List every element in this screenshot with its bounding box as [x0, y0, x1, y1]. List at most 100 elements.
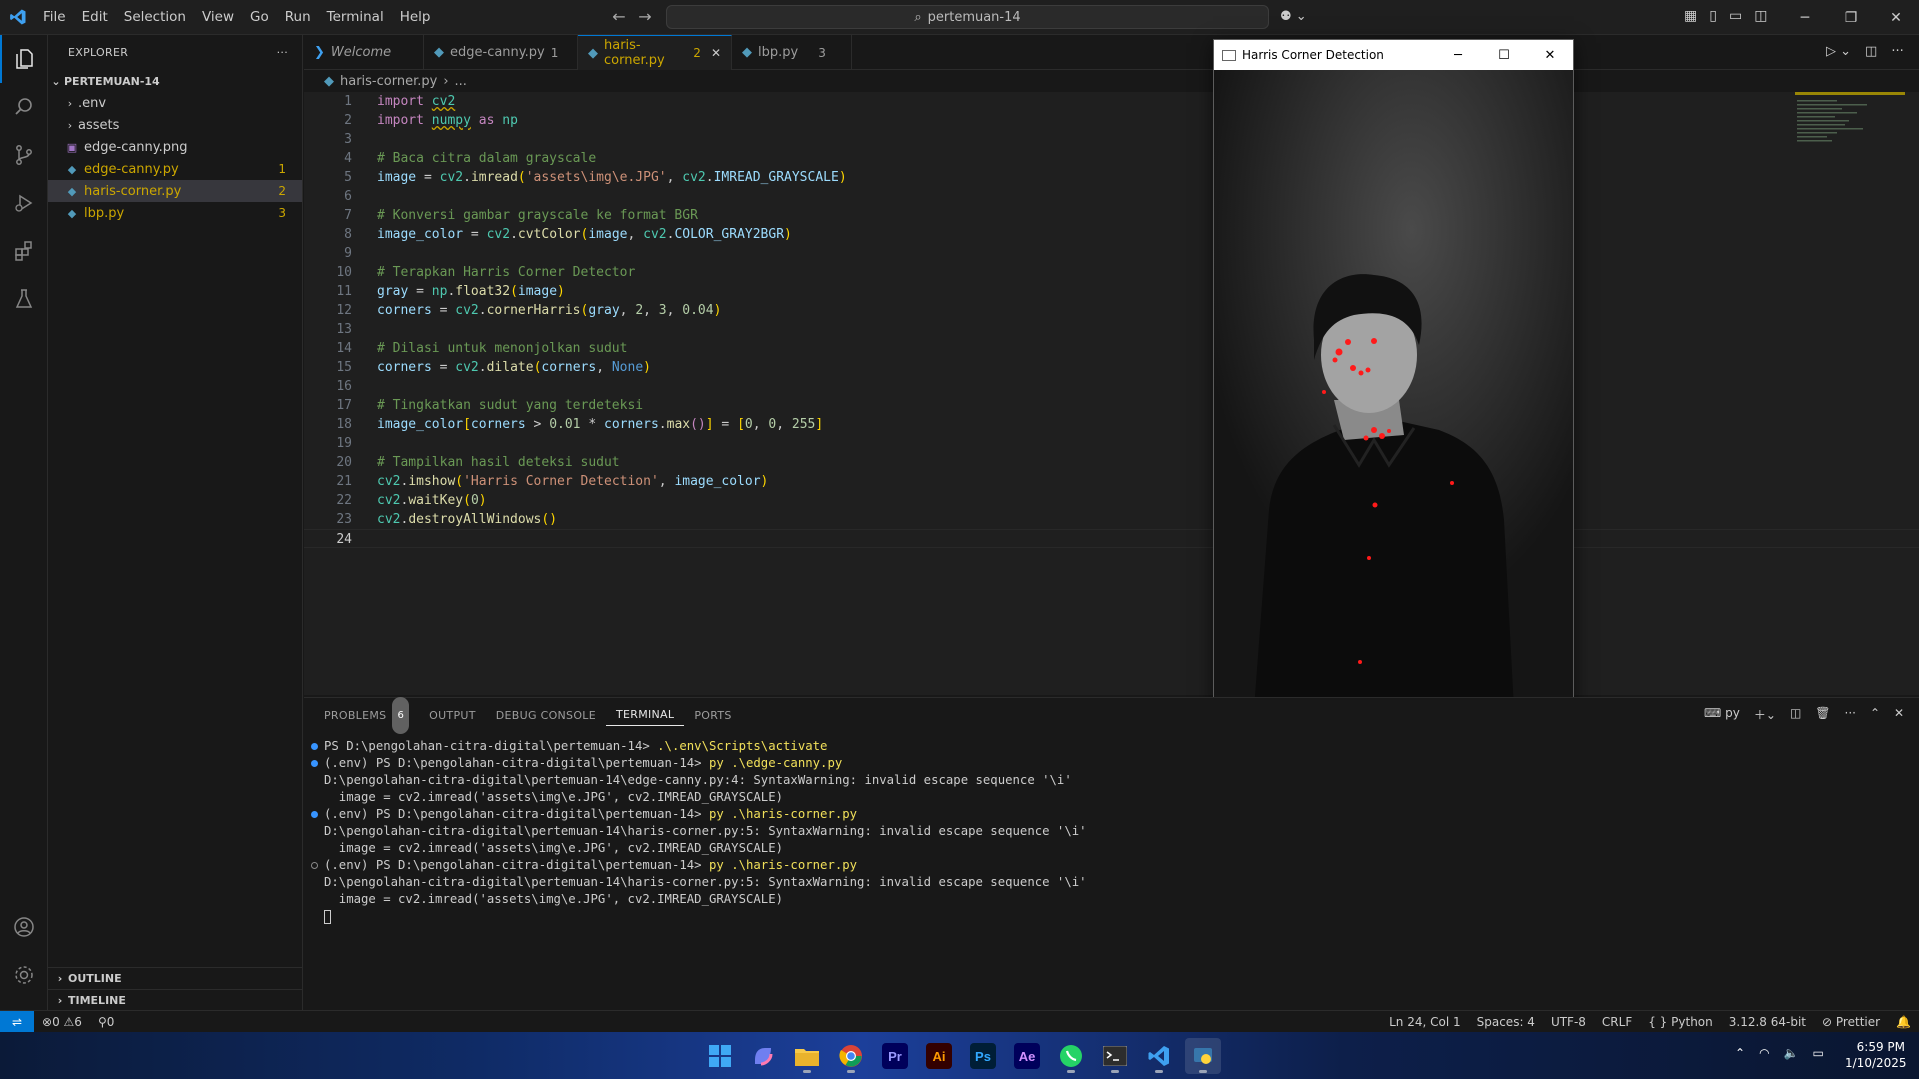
tab-close-icon[interactable]: ✕ — [711, 46, 721, 60]
tab-ports[interactable]: PORTS — [684, 698, 741, 733]
back-arrow-icon[interactable]: ← — [608, 6, 630, 28]
menu-edit[interactable]: Edit — [74, 0, 116, 35]
menu-go[interactable]: Go — [242, 0, 277, 35]
close-icon[interactable]: ✕ — [1873, 0, 1919, 35]
minimize-icon[interactable]: ─ — [1782, 0, 1828, 35]
cursor-position[interactable]: Ln 24, Col 1 — [1381, 1015, 1469, 1029]
split-editor-icon[interactable]: ◫ — [1865, 44, 1877, 59]
forward-arrow-icon[interactable]: → — [634, 6, 656, 28]
split-terminal-icon[interactable]: ◫ — [1790, 706, 1801, 723]
tree-file-edge-canny-py[interactable]: ◆ edge-canny.py 1 — [48, 158, 302, 180]
tree-file-lbp-py[interactable]: ◆ lbp.py 3 — [48, 202, 302, 224]
problems-status[interactable]: ⊗0 ⚠6 — [34, 1015, 90, 1029]
harris-window-titlebar[interactable]: Harris Corner Detection ─ ☐ ✕ — [1214, 40, 1573, 70]
terminal-taskbar-icon[interactable] — [1097, 1038, 1133, 1074]
tab-haris-corner[interactable]: ◆ haris-corner.py 2 ✕ — [578, 35, 732, 70]
copilot-icon[interactable]: ⚉ ⌄ — [1280, 9, 1307, 24]
close-panel-icon[interactable]: ✕ — [1894, 706, 1904, 723]
command-center-search[interactable]: ⌕ pertemuan-14 — [666, 5, 1269, 29]
chrome-icon[interactable] — [833, 1038, 869, 1074]
tab-edge-canny[interactable]: ◆ edge-canny.py 1 — [424, 35, 578, 70]
illustrator-icon[interactable]: Ai — [921, 1038, 957, 1074]
command-decoration-icon[interactable] — [311, 862, 318, 869]
encoding[interactable]: UTF-8 — [1543, 1015, 1594, 1029]
timeline-section[interactable]: › TIMELINE — [48, 989, 302, 1011]
outline-section[interactable]: › OUTLINE — [48, 967, 302, 989]
tab-terminal[interactable]: TERMINAL — [605, 704, 685, 726]
tree-folder-env[interactable]: › .env — [48, 92, 302, 114]
maximize-panel-icon[interactable]: ⌃ — [1870, 706, 1880, 723]
python-taskbar-icon[interactable] — [1185, 1038, 1221, 1074]
clock[interactable]: 6:59 PM 1/10/2025 — [1845, 1039, 1907, 1071]
explorer-icon[interactable] — [0, 35, 48, 83]
tray-chevron-up-icon[interactable]: ⌃ — [1735, 1046, 1745, 1060]
ports-status[interactable]: ⚲0 — [90, 1015, 122, 1029]
indentation[interactable]: Spaces: 4 — [1469, 1015, 1543, 1029]
windows-start-icon[interactable] — [702, 1038, 738, 1074]
menu-selection[interactable]: Selection — [116, 0, 194, 35]
more-actions-icon[interactable]: ··· — [277, 46, 288, 59]
vscode-taskbar-icon[interactable] — [1141, 1038, 1177, 1074]
testing-icon[interactable] — [0, 275, 48, 323]
end-of-line[interactable]: CRLF — [1594, 1015, 1640, 1029]
code-editor[interactable]: 1 import cv2 2 import numpy as np 3 4 # Bac… — [304, 92, 1919, 695]
tab-output[interactable]: OUTPUT — [419, 698, 486, 733]
window-close-icon[interactable]: ✕ — [1527, 40, 1573, 70]
copilot-taskbar-icon[interactable] — [745, 1038, 781, 1074]
minimap[interactable] — [1795, 92, 1905, 152]
menu-help[interactable]: Help — [392, 0, 439, 35]
tab-lbp[interactable]: ◆ lbp.py 3 — [732, 35, 852, 70]
extensions-icon[interactable] — [0, 227, 48, 275]
premiere-icon[interactable]: Pr — [877, 1038, 913, 1074]
photoshop-icon[interactable]: Ps — [965, 1038, 1001, 1074]
tree-file-haris-corner-py[interactable]: ◆ haris-corner.py 2 — [48, 180, 302, 202]
window-maximize-icon[interactable]: ☐ — [1481, 40, 1527, 70]
toggle-sidebar-icon[interactable]: ▯ — [1709, 8, 1717, 24]
new-terminal-icon[interactable]: ＋⌄ — [1754, 706, 1776, 723]
after-effects-icon[interactable]: Ae — [1009, 1038, 1045, 1074]
tab-debug-console[interactable]: DEBUG CONSOLE — [486, 698, 606, 733]
menu-file[interactable]: File — [35, 0, 74, 35]
customize-layout-icon[interactable]: ▦ — [1684, 8, 1697, 24]
whatsapp-icon[interactable] — [1053, 1038, 1089, 1074]
tree-file-edge-canny-png[interactable]: ▣ edge-canny.png — [48, 136, 302, 158]
run-debug-icon[interactable] — [0, 179, 48, 227]
menu-view[interactable]: View — [194, 0, 242, 35]
accounts-icon[interactable] — [0, 903, 48, 951]
tree-folder-assets[interactable]: › assets — [48, 114, 302, 136]
remote-indicator-icon[interactable]: ⇌ — [0, 1010, 34, 1033]
wifi-icon[interactable]: ◠ — [1759, 1046, 1769, 1060]
settings-gear-icon[interactable] — [0, 951, 48, 999]
file-explorer-icon[interactable] — [789, 1038, 825, 1074]
restore-icon[interactable]: ❐ — [1828, 0, 1874, 35]
toggle-secondary-sidebar-icon[interactable]: ◫ — [1754, 8, 1767, 24]
source-control-icon[interactable] — [0, 131, 48, 179]
kill-terminal-icon[interactable]: 🗑 — [1815, 706, 1830, 723]
toggle-panel-icon[interactable]: ▭ — [1729, 8, 1742, 24]
harris-window[interactable]: Harris Corner Detection ─ ☐ ✕ — [1213, 39, 1574, 710]
terminal-output[interactable]: PS D:\pengolahan-citra-digital\pertemuan… — [304, 738, 1604, 925]
run-python-icon[interactable]: ▷ ⌄ — [1826, 44, 1851, 59]
command-decoration-icon[interactable] — [311, 760, 318, 767]
volume-icon[interactable]: 🔈 — [1784, 1046, 1799, 1060]
menu-run[interactable]: Run — [277, 0, 319, 35]
terminal-shell-selector[interactable]: ⌨ py — [1704, 706, 1740, 723]
breadcrumb-symbols[interactable]: ... — [455, 74, 467, 89]
breadcrumb-file[interactable]: haris-corner.py — [340, 74, 437, 89]
window-minimize-icon[interactable]: ─ — [1435, 40, 1481, 70]
language-mode[interactable]: { } Python — [1640, 1015, 1721, 1029]
editor-more-icon[interactable]: ··· — [1891, 44, 1903, 59]
command-decoration-icon[interactable] — [311, 811, 318, 818]
panel-more-icon[interactable]: ··· — [1845, 706, 1856, 723]
command-decoration-icon[interactable] — [311, 743, 318, 750]
notifications-bell-icon[interactable]: 🔔 — [1888, 1015, 1919, 1029]
search-activity-icon[interactable] — [0, 83, 48, 131]
prettier-status[interactable]: ⊘ Prettier — [1814, 1015, 1888, 1029]
battery-icon[interactable]: ▭ — [1813, 1046, 1824, 1060]
menu-terminal[interactable]: Terminal — [319, 0, 392, 35]
tab-welcome[interactable]: ❯ Welcome — [304, 35, 424, 70]
workspace-folder[interactable]: ⌄ PERTEMUAN-14 — [48, 70, 302, 92]
tab-problems[interactable]: PROBLEMS 6 — [314, 697, 419, 734]
python-interpreter[interactable]: 3.12.8 64-bit — [1721, 1015, 1814, 1029]
terminal-cursor[interactable] — [304, 908, 1604, 925]
